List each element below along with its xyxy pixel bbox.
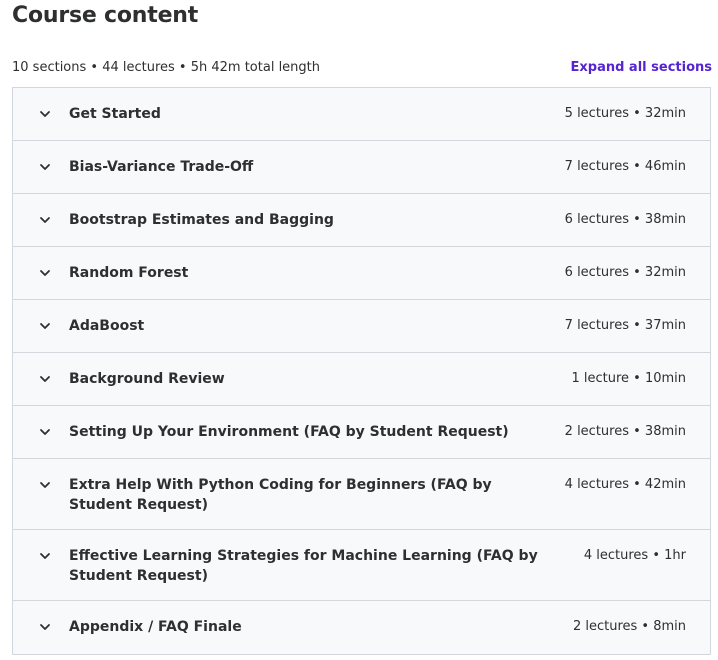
section-title: Get Started (69, 106, 161, 122)
section-bias-variance[interactable]: Bias-Variance Trade-Off 7 lectures • 46m… (13, 141, 710, 194)
section-meta: 2 lectures • 38min (564, 424, 686, 439)
section-bootstrap[interactable]: Bootstrap Estimates and Bagging 6 lectur… (13, 194, 710, 247)
section-title: Appendix / FAQ Finale (69, 619, 242, 635)
chevron-down-icon (39, 161, 51, 173)
section-meta: 7 lectures • 46min (564, 159, 686, 174)
section-meta: 6 lectures • 38min (564, 212, 686, 227)
section-title: Extra Help With Python Coding for Beginn… (69, 477, 492, 513)
section-meta: 7 lectures • 37min (564, 318, 686, 333)
section-title: Random Forest (69, 265, 189, 281)
chevron-down-icon (39, 426, 51, 438)
section-meta: 5 lectures • 32min (564, 106, 686, 121)
section-background-review[interactable]: Background Review 1 lecture • 10min (13, 353, 710, 406)
section-extra-help-python[interactable]: Extra Help With Python Coding for Beginn… (13, 459, 710, 530)
section-meta: 4 lectures • 1hr (583, 548, 686, 563)
section-meta: 4 lectures • 42min (564, 477, 686, 492)
section-appendix-faq[interactable]: Appendix / FAQ Finale 2 lectures • 8min (13, 601, 710, 654)
section-meta: 2 lectures • 8min (572, 619, 686, 634)
chevron-down-icon (39, 479, 51, 491)
expand-all-sections-button[interactable]: Expand all sections (571, 60, 713, 75)
chevron-down-icon (39, 621, 51, 633)
sections-list: Get Started 5 lectures • 32min Bias-Vari… (12, 87, 711, 655)
section-effective-learning[interactable]: Effective Learning Strategies for Machin… (13, 530, 710, 601)
section-adaboost[interactable]: AdaBoost 7 lectures • 37min (13, 300, 710, 353)
section-title: Background Review (69, 371, 225, 387)
section-meta: 1 lecture • 10min (571, 371, 686, 386)
section-setting-up-environment[interactable]: Setting Up Your Environment (FAQ by Stud… (13, 406, 710, 459)
chevron-down-icon (39, 373, 51, 385)
chevron-down-icon (39, 214, 51, 226)
course-summary-row: 10 sections • 44 lectures • 5h 42m total… (12, 58, 712, 76)
chevron-down-icon (39, 108, 51, 120)
page-title: Course content (12, 3, 199, 28)
chevron-down-icon (39, 320, 51, 332)
section-get-started[interactable]: Get Started 5 lectures • 32min (13, 88, 710, 141)
section-title: Setting Up Your Environment (FAQ by Stud… (69, 424, 509, 440)
section-title: Bias-Variance Trade-Off (69, 159, 254, 175)
course-summary: 10 sections • 44 lectures • 5h 42m total… (12, 59, 321, 75)
section-title: Effective Learning Strategies for Machin… (69, 548, 538, 584)
section-title: AdaBoost (69, 318, 145, 334)
section-title: Bootstrap Estimates and Bagging (69, 212, 334, 228)
chevron-down-icon (39, 550, 51, 562)
section-meta: 6 lectures • 32min (564, 265, 686, 280)
section-random-forest[interactable]: Random Forest 6 lectures • 32min (13, 247, 710, 300)
chevron-down-icon (39, 267, 51, 279)
